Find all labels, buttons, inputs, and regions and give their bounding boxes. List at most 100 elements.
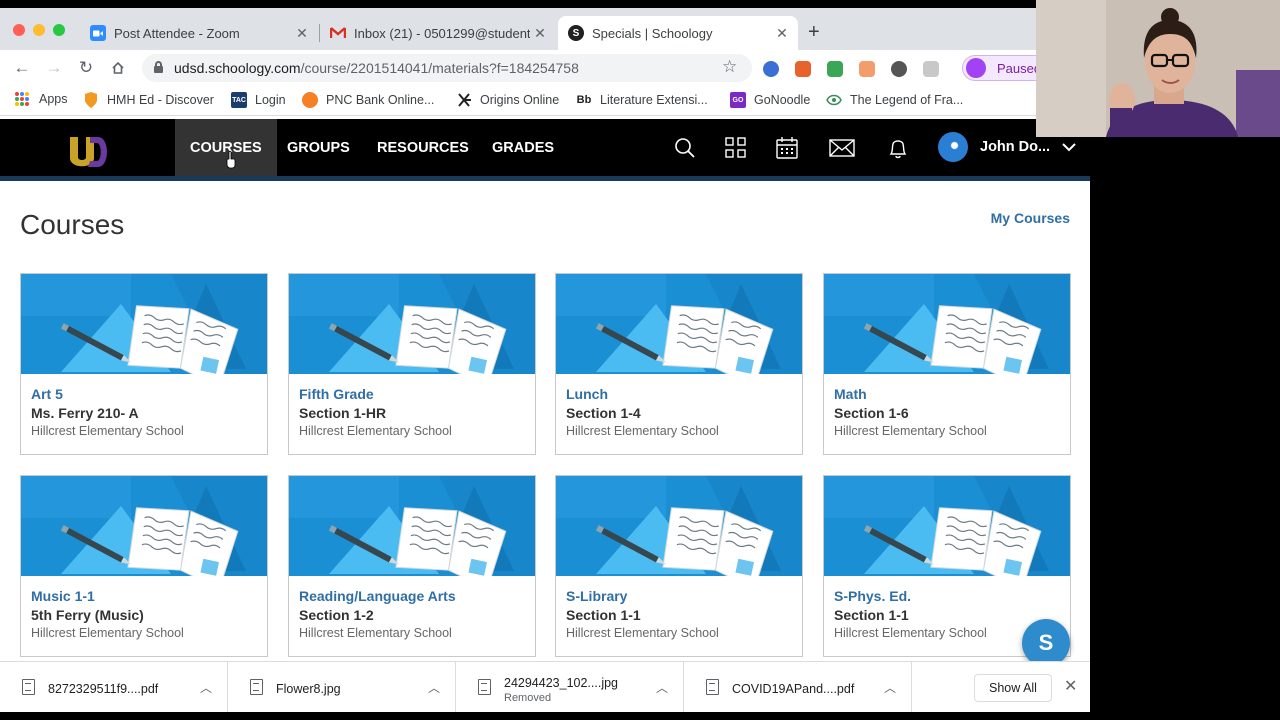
course-card[interactable]: S-Library Section 1-1 Hillcrest Elementa… xyxy=(555,475,803,657)
course-cover-image xyxy=(289,476,535,576)
profile-status: Paused xyxy=(997,60,1042,76)
download-filename: COVID19APand....pdf xyxy=(732,682,855,696)
page-title: Courses xyxy=(20,209,125,240)
support-chat-button[interactable]: S xyxy=(1022,619,1070,667)
close-window-button[interactable] xyxy=(13,24,25,36)
close-download-shelf-icon[interactable]: ✕ xyxy=(1064,676,1077,696)
extension-icon[interactable] xyxy=(891,61,907,77)
tab-zoom[interactable]: Post Attendee - Zoom ✕ xyxy=(80,16,318,50)
download-item[interactable]: COVID19APand....pdf ︿ xyxy=(684,662,912,712)
search-icon[interactable] xyxy=(672,135,698,161)
course-section: Section 1-HR xyxy=(299,405,387,421)
new-tab-icon[interactable]: + xyxy=(808,22,820,42)
show-all-downloads-button[interactable]: Show All xyxy=(974,674,1052,702)
nav-grades[interactable]: GRADES xyxy=(477,119,569,176)
bookmark-login[interactable]: TAC Login xyxy=(231,92,286,108)
zoom-icon xyxy=(90,25,106,41)
forward-icon[interactable]: → xyxy=(42,56,66,80)
extension-icon[interactable] xyxy=(827,61,843,77)
course-name[interactable]: Art 5 xyxy=(31,386,63,402)
download-status: Removed xyxy=(504,692,552,704)
course-name[interactable]: S-Library xyxy=(566,588,627,604)
course-card[interactable]: Music 1-1 5th Ferry (Music) Hillcrest El… xyxy=(20,475,268,657)
hmh-shield-icon xyxy=(83,92,99,108)
bookmark-gonoodle[interactable]: GO GoNoodle xyxy=(730,92,810,108)
chevron-up-icon[interactable]: ︿ xyxy=(428,679,440,696)
course-school: Hillcrest Elementary School xyxy=(299,424,452,438)
course-section: 5th Ferry (Music) xyxy=(31,607,144,623)
my-courses-link[interactable]: My Courses xyxy=(991,210,1070,226)
course-card[interactable]: Reading/Language Arts Section 1-2 Hillcr… xyxy=(288,475,536,657)
tab-gmail[interactable]: Inbox (21) - 0501299@student ✕ xyxy=(320,16,556,50)
download-filename: 24294423_102....jpg xyxy=(504,676,618,690)
notifications-bell-icon[interactable] xyxy=(885,135,911,161)
url-text: udsd.schoology.com/course/2201514041/mat… xyxy=(174,60,579,76)
maximize-window-button[interactable] xyxy=(53,24,65,36)
course-name[interactable]: Fifth Grade xyxy=(299,386,374,402)
bookmark-pnc[interactable]: PNC Bank Online... xyxy=(302,92,434,108)
course-cover-image xyxy=(289,274,535,374)
download-item[interactable]: 8272329511f9....pdf ︿ xyxy=(0,662,228,712)
nav-groups[interactable]: GROUPS xyxy=(272,119,365,176)
chevron-up-icon[interactable]: ︿ xyxy=(884,679,896,696)
calendar-icon[interactable] xyxy=(774,135,800,161)
extension-icon[interactable] xyxy=(795,61,811,77)
tab-schoology[interactable]: S Specials | Schoology ✕ xyxy=(558,16,798,50)
course-card[interactable]: Lunch Section 1-4 Hillcrest Elementary S… xyxy=(555,273,803,455)
user-name: John Do... xyxy=(980,139,1051,155)
schoology-icon: S xyxy=(568,25,584,41)
course-name[interactable]: Lunch xyxy=(566,386,608,402)
tab-title: Specials | Schoology xyxy=(592,25,713,41)
profile-avatar xyxy=(966,58,986,78)
tab-strip: Post Attendee - Zoom ✕ Inbox (21) - 0501… xyxy=(0,8,1090,50)
course-section: Section 1-1 xyxy=(834,607,909,623)
course-school: Hillcrest Elementary School xyxy=(31,626,184,640)
extension-icon[interactable] xyxy=(763,61,779,77)
close-tab-icon[interactable]: ✕ xyxy=(530,25,550,42)
bookmark-hmh[interactable]: HMH Ed - Discover xyxy=(83,92,214,108)
bookmark-star-icon[interactable]: ☆ xyxy=(722,57,737,77)
home-icon[interactable] xyxy=(106,56,130,80)
apps-grid-icon[interactable] xyxy=(723,135,749,161)
tab-title: Inbox (21) - 0501299@student xyxy=(354,25,530,41)
bookmark-legend[interactable]: The Legend of Fra... xyxy=(826,92,963,108)
course-name[interactable]: S-Phys. Ed. xyxy=(834,588,911,604)
download-item[interactable]: 24294423_102....jpg Removed ︿ xyxy=(456,662,684,712)
district-logo[interactable] xyxy=(66,133,110,171)
screen: Post Attendee - Zoom ✕ Inbox (21) - 0501… xyxy=(0,0,1280,720)
download-item[interactable]: Flower8.jpg ︿ xyxy=(228,662,456,712)
mail-icon[interactable] xyxy=(829,135,855,161)
download-filename: Flower8.jpg xyxy=(276,682,341,696)
course-card[interactable]: Math Section 1-6 Hillcrest Elementary Sc… xyxy=(823,273,1071,455)
legend-icon xyxy=(826,92,842,108)
extension-icon[interactable] xyxy=(859,61,875,77)
bookmark-apps[interactable]: Apps xyxy=(15,92,68,106)
close-tab-icon[interactable]: ✕ xyxy=(292,25,312,42)
course-cover-image xyxy=(556,274,802,374)
course-name[interactable]: Math xyxy=(834,386,867,402)
back-icon[interactable]: ← xyxy=(10,56,34,80)
extension-icon[interactable] xyxy=(923,61,939,77)
lock-icon xyxy=(154,61,163,73)
bookmark-literature[interactable]: Bb Literature Extensi... xyxy=(576,92,708,108)
reload-icon[interactable]: ↻ xyxy=(74,56,98,80)
course-card[interactable]: Fifth Grade Section 1-HR Hillcrest Eleme… xyxy=(288,273,536,455)
chevron-up-icon[interactable]: ︿ xyxy=(656,679,668,696)
address-bar[interactable]: udsd.schoology.com/course/2201514041/mat… xyxy=(142,54,752,82)
download-shelf: 8272329511f9....pdf ︿ Flower8.jpg ︿ 2429… xyxy=(0,661,1090,712)
course-name[interactable]: Reading/Language Arts xyxy=(299,588,456,604)
minimize-window-button[interactable] xyxy=(33,24,45,36)
gmail-icon xyxy=(330,25,346,41)
nav-resources[interactable]: RESOURCES xyxy=(362,119,484,176)
schoology-nav: COURSES GROUPS RESOURCES GRADES John Do.… xyxy=(0,119,1090,176)
bookmark-origins[interactable]: Origins Online xyxy=(456,92,559,108)
gonoodle-icon: GO xyxy=(730,92,746,108)
origins-icon xyxy=(456,92,472,108)
close-tab-icon[interactable]: ✕ xyxy=(772,25,792,42)
chevron-up-icon[interactable]: ︿ xyxy=(200,679,212,696)
course-section: Section 1-4 xyxy=(566,405,641,421)
course-name[interactable]: Music 1-1 xyxy=(31,588,95,604)
course-school: Hillcrest Elementary School xyxy=(834,424,987,438)
course-card[interactable]: Art 5 Ms. Ferry 210- A Hillcrest Element… xyxy=(20,273,268,455)
file-icon xyxy=(22,679,35,695)
